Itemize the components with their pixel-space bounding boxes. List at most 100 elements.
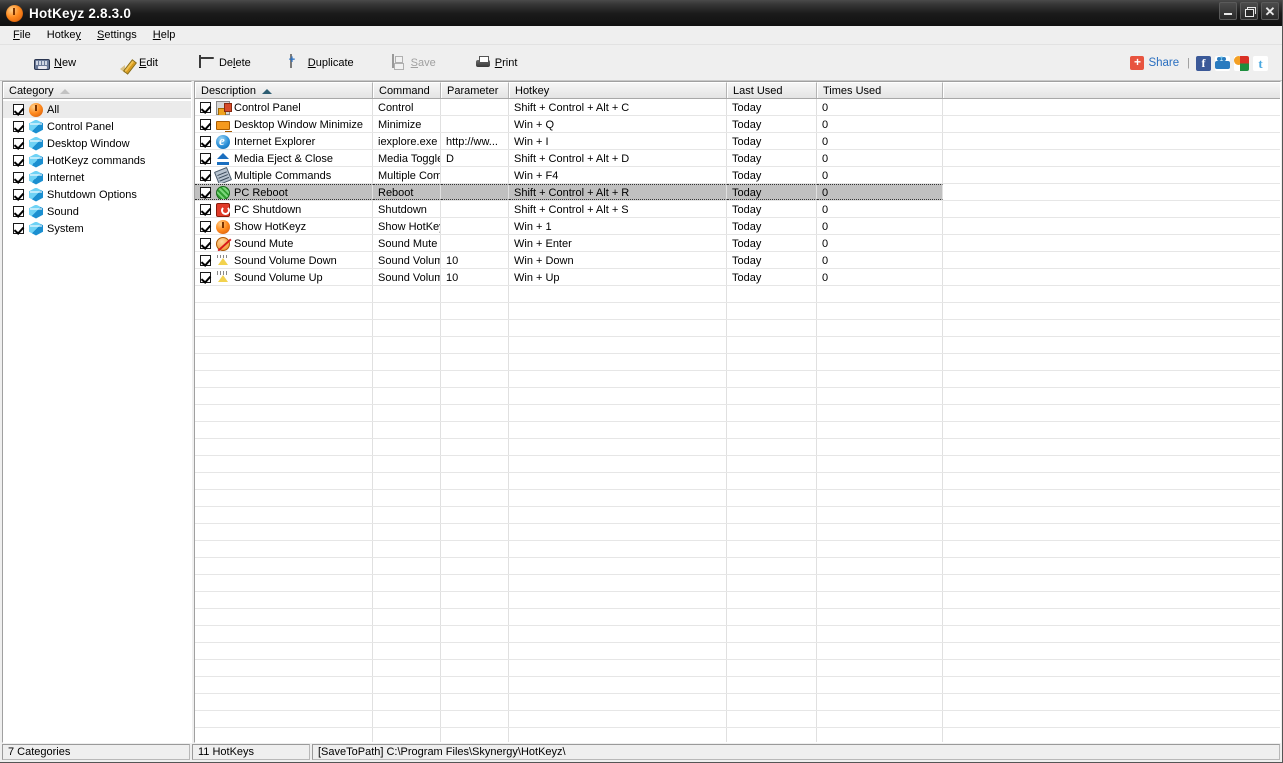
- category-list[interactable]: All Control Panel Desktop Window HotKeyz co…: [3, 99, 191, 742]
- hotkey-description-label: Media Eject & Close: [234, 152, 334, 165]
- close-button[interactable]: ✕: [1261, 2, 1279, 20]
- hotkey-enabled-checkbox[interactable]: [200, 221, 211, 232]
- category-item[interactable]: Shutdown Options: [3, 186, 191, 203]
- empty-row[interactable]: [195, 711, 1280, 728]
- share-label[interactable]: Share: [1148, 57, 1179, 69]
- category-item[interactable]: Desktop Window: [3, 135, 191, 152]
- new-button[interactable]: New: [24, 52, 86, 74]
- hotkey-enabled-checkbox[interactable]: [200, 153, 211, 164]
- empty-row[interactable]: [195, 609, 1280, 626]
- menu-item-settings[interactable]: Settings: [89, 28, 145, 42]
- category-checkbox[interactable]: [13, 104, 24, 115]
- empty-row[interactable]: [195, 439, 1280, 456]
- empty-row[interactable]: [195, 643, 1280, 660]
- hotkey-list-rows[interactable]: Control Panel Control Shift + Control + Al…: [195, 99, 1280, 742]
- hotkey-row[interactable]: Control Panel Control Shift + Control + Al…: [195, 99, 1280, 116]
- empty-row[interactable]: [195, 337, 1280, 354]
- facebook-icon[interactable]: f: [1196, 55, 1211, 71]
- empty-row[interactable]: [195, 388, 1280, 405]
- hotkey-row[interactable]: Media Eject & Close Media Toggle D Shift + …: [195, 150, 1280, 167]
- empty-row[interactable]: [195, 558, 1280, 575]
- hotkey-row[interactable]: Multiple Commands Multiple Commands Win + …: [195, 167, 1280, 184]
- hotkey-row[interactable]: Sound Volume Down Sound Volume Down 10 Win …: [195, 252, 1280, 269]
- column-header-spill[interactable]: [943, 82, 1280, 98]
- cell-spill: [943, 439, 1280, 455]
- category-checkbox[interactable]: [13, 138, 24, 149]
- twitter-icon[interactable]: t: [1253, 55, 1268, 71]
- category-checkbox[interactable]: [13, 172, 24, 183]
- empty-row[interactable]: [195, 524, 1280, 541]
- empty-row[interactable]: [195, 456, 1280, 473]
- empty-row[interactable]: [195, 694, 1280, 711]
- category-checkbox[interactable]: [13, 155, 24, 166]
- share-plus-icon[interactable]: +: [1130, 56, 1145, 70]
- category-checkbox[interactable]: [13, 206, 24, 217]
- category-item[interactable]: Internet: [3, 169, 191, 186]
- column-header-times_used[interactable]: Times Used: [817, 82, 943, 98]
- empty-row[interactable]: [195, 626, 1280, 643]
- column-header-parameter[interactable]: Parameter: [441, 82, 509, 98]
- empty-row[interactable]: [195, 541, 1280, 558]
- column-header-hotkey[interactable]: Hotkey: [509, 82, 727, 98]
- category-item[interactable]: System: [3, 220, 191, 237]
- hotkey-enabled-checkbox[interactable]: [200, 255, 211, 266]
- empty-row[interactable]: [195, 575, 1280, 592]
- empty-row[interactable]: [195, 473, 1280, 490]
- column-header-last_used[interactable]: Last Used: [727, 82, 817, 98]
- category-checkbox[interactable]: [13, 121, 24, 132]
- empty-row[interactable]: [195, 490, 1280, 507]
- hotkey-enabled-checkbox[interactable]: [200, 136, 211, 147]
- empty-row[interactable]: [195, 371, 1280, 388]
- hotkey-enabled-checkbox[interactable]: [200, 170, 211, 181]
- hotkey-row[interactable]: Sound Volume Up Sound Volume Up 10 Win + Up…: [195, 269, 1280, 286]
- hotkey-enabled-checkbox[interactable]: [200, 238, 211, 249]
- save-button[interactable]: Save: [381, 51, 446, 75]
- empty-row[interactable]: [195, 422, 1280, 439]
- empty-row[interactable]: [195, 405, 1280, 422]
- delete-button[interactable]: Delete: [189, 51, 261, 75]
- hotkey-enabled-checkbox[interactable]: [200, 187, 211, 198]
- edit-button[interactable]: Edit: [109, 51, 168, 75]
- category-item[interactable]: Control Panel: [3, 118, 191, 135]
- hotkey-row[interactable]: Internet Explorer iexplore.exe http://ww..…: [195, 133, 1280, 150]
- hotkey-enabled-checkbox[interactable]: [200, 102, 211, 113]
- hotkey-enabled-checkbox[interactable]: [200, 119, 211, 130]
- menu-item-hotkey[interactable]: Hotkey: [39, 28, 89, 42]
- column-header-description[interactable]: Description: [195, 82, 373, 98]
- column-header-category[interactable]: Category: [3, 82, 191, 98]
- category-item[interactable]: Sound: [3, 203, 191, 220]
- minimize-button[interactable]: [1219, 2, 1237, 20]
- print-button[interactable]: Print: [465, 51, 528, 75]
- category-item[interactable]: HotKeyz commands: [3, 152, 191, 169]
- column-header-command[interactable]: Command: [373, 82, 441, 98]
- empty-row[interactable]: [195, 286, 1280, 303]
- empty-row[interactable]: [195, 354, 1280, 371]
- hotkey-row[interactable]: PC Reboot Reboot Shift + Control + Alt + R…: [195, 184, 1280, 201]
- hotkey-row[interactable]: PC Shutdown Shutdown Shift + Control + Alt…: [195, 201, 1280, 218]
- category-checkbox[interactable]: [13, 189, 24, 200]
- hotkey-enabled-checkbox[interactable]: [200, 272, 211, 283]
- category-item[interactable]: All: [3, 101, 191, 118]
- duplicate-button[interactable]: Duplicate: [278, 51, 364, 75]
- empty-row[interactable]: [195, 303, 1280, 320]
- menu-item-file[interactable]: File: [5, 28, 39, 42]
- hotkey-row[interactable]: Sound Mute Sound Mute Win + Enter Today 0: [195, 235, 1280, 252]
- hotkey-enabled-checkbox[interactable]: [200, 204, 211, 215]
- cell-text: Shift + Control + Alt + S: [514, 203, 629, 216]
- restore-button[interactable]: [1240, 2, 1258, 20]
- empty-row[interactable]: [195, 592, 1280, 609]
- cell-hotkey: [509, 660, 727, 676]
- google-icon[interactable]: [1234, 55, 1249, 71]
- category-checkbox[interactable]: [13, 223, 24, 234]
- empty-row[interactable]: [195, 660, 1280, 677]
- empty-row[interactable]: [195, 507, 1280, 524]
- empty-row[interactable]: [195, 677, 1280, 694]
- hotkey-row[interactable]: Show HotKeyz Show HotKeyz Win + 1 Today 0: [195, 218, 1280, 235]
- empty-row[interactable]: [195, 320, 1280, 337]
- hotkey-row[interactable]: Desktop Window Minimize Minimize Win + Q To…: [195, 116, 1280, 133]
- menu-item-help[interactable]: Help: [145, 28, 184, 42]
- empty-row[interactable]: [195, 728, 1280, 742]
- myspace-icon[interactable]: [1215, 55, 1230, 71]
- cell-spill: [943, 524, 1280, 540]
- cell-last-used: Today: [727, 99, 817, 115]
